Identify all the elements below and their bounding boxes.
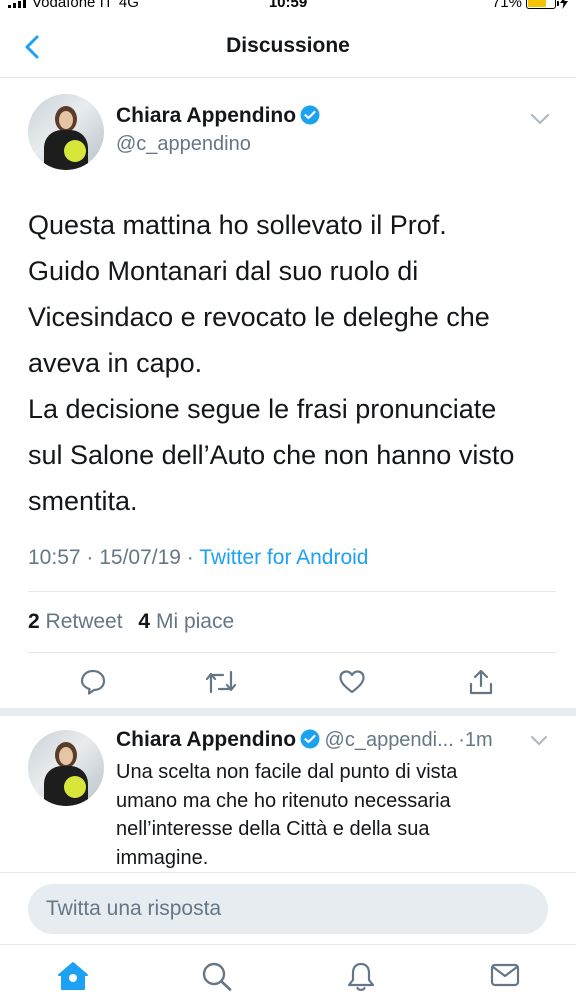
author-name: Chiara Appendino <box>116 728 297 751</box>
retweet-button[interactable] <box>204 668 238 701</box>
tweet-meta: 10:57 · 15/07/19 · Twitter for Android <box>28 546 369 570</box>
home-icon <box>58 962 88 990</box>
retweet-icon <box>205 670 237 694</box>
battery-percent: 71% <box>491 0 522 11</box>
tweet-text: Questa mattina ho sollevato il Prof. Gui… <box>28 210 515 516</box>
tweet-menu-button[interactable] <box>530 734 548 752</box>
avatar[interactable] <box>28 730 104 806</box>
chevron-down-icon <box>531 114 549 125</box>
search-icon <box>202 962 232 991</box>
share-button[interactable] <box>467 668 495 701</box>
author-handle: @c_appendi... <box>324 729 454 751</box>
tab-bar <box>0 944 576 1000</box>
author-block[interactable]: Chiara Appendino <box>116 104 320 128</box>
nav-bar: Discussione <box>0 14 576 78</box>
section-separator <box>0 708 576 716</box>
avatar[interactable] <box>28 94 104 170</box>
page-title: Discussione <box>226 34 350 57</box>
reply-input[interactable] <box>28 884 548 934</box>
battery-status: 71% <box>492 0 568 11</box>
divider <box>28 652 556 653</box>
chevron-down-icon <box>531 736 547 746</box>
verified-badge-icon <box>300 729 320 749</box>
heart-icon <box>339 670 365 694</box>
tweet-menu-button[interactable] <box>530 112 550 131</box>
mail-icon <box>490 963 520 987</box>
share-icon <box>469 669 493 695</box>
tab-messages[interactable] <box>489 961 521 994</box>
retweet-count[interactable]: 2 Retweet <box>28 610 123 633</box>
reply-button[interactable] <box>79 668 107 701</box>
status-bar: Vodafone IT 4G 10:59 71% <box>0 0 576 14</box>
divider <box>28 591 556 592</box>
reply-bar <box>0 872 576 944</box>
reply-header: Chiara Appendino @c_appendi... ·1m <box>116 728 556 752</box>
tab-home[interactable] <box>56 961 90 996</box>
tweet-source-link[interactable]: Twitter for Android <box>199 546 368 569</box>
battery-icon <box>526 0 559 9</box>
tab-search[interactable] <box>201 961 233 996</box>
reply-icon <box>80 669 106 695</box>
bell-icon <box>347 962 375 991</box>
tweet-actions <box>0 664 576 708</box>
like-button[interactable] <box>338 668 366 701</box>
clock: 10:59 <box>268 0 308 11</box>
charging-icon <box>560 0 568 9</box>
tweet-timestamp: 10:57 · 15/07/19 · <box>28 546 200 569</box>
author-handle: @c_appendino <box>116 133 251 155</box>
tweet-text: Una scelta non facile dal punto di vista… <box>116 761 458 869</box>
like-count[interactable]: 4 Mi piace <box>138 610 234 633</box>
author-name: Chiara Appendino <box>116 104 297 127</box>
tweet-time: ·1m <box>458 729 493 751</box>
verified-badge-icon <box>300 105 320 125</box>
tab-notifications[interactable] <box>346 961 376 998</box>
tweet-stats: 2 Retweet 4 Mi piace <box>28 610 244 634</box>
